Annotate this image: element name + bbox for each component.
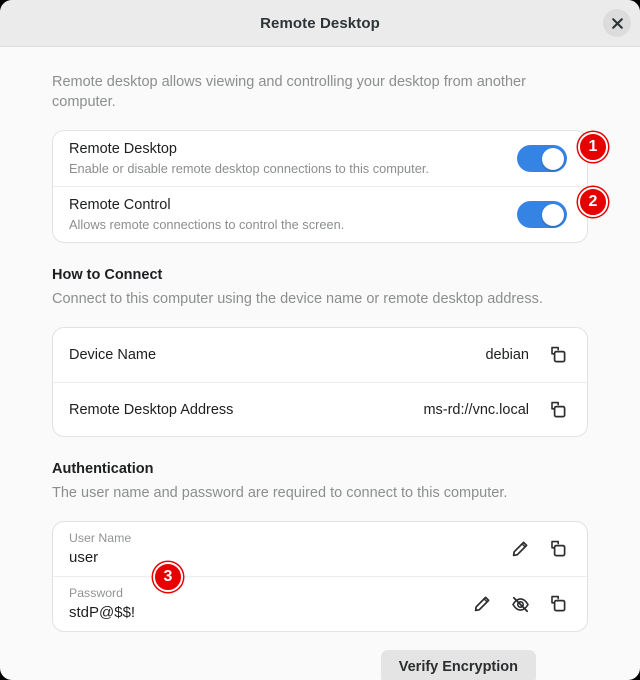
close-icon [611,17,624,30]
pencil-icon [511,540,529,558]
field-row-password: Password stdP@$$! [53,576,587,631]
password-texts: Password stdP@$$! [69,585,469,623]
copy-remote-address-button[interactable] [545,397,571,423]
remote-address-value: ms-rd://vnc.local [423,401,529,418]
device-name-label: Device Name [69,347,157,363]
edit-password-button[interactable] [469,591,495,617]
toggle-password-visibility-button[interactable] [507,591,533,617]
remote-address-label: Remote Desktop Address [69,401,234,418]
row-remote-control[interactable]: Remote Control Allows remote connections… [53,186,587,242]
username-caption: User Name [69,531,132,545]
row-device-name: Device Name debian [53,328,587,382]
device-name-value: debian [485,347,529,363]
row-remote-control-title: Remote Control [69,197,171,213]
copy-icon [549,401,567,419]
verify-encryption-button[interactable]: Verify Encryption [380,650,536,680]
close-button[interactable] [603,9,631,37]
password-caption: Password [69,586,123,600]
how-to-connect-heading: How to Connect [52,267,163,283]
connection-info-card: Device Name debian Remote Desktop Addres… [52,327,588,437]
toggle-remote-desktop[interactable] [517,145,567,172]
copy-username-button[interactable] [545,536,571,562]
pencil-icon [473,595,491,613]
settings-content: Remote desktop allows viewing and contro… [0,47,640,680]
copy-device-name-button[interactable] [545,342,571,368]
toggle-knob [542,147,564,170]
row-remote-desktop-texts: Remote Desktop Enable or disable remote … [69,131,517,186]
field-row-username: User Name user [53,522,587,576]
authentication-card: User Name user Password stdP@$$! [52,521,588,632]
username-value: user [69,549,99,566]
copy-icon [549,540,567,558]
footer: Verify Encryption [52,632,588,680]
authentication-heading: Authentication [52,461,154,477]
row-remote-control-subtitle: Allows remote connections to control the… [69,217,345,232]
authentication-subtitle: The user name and password are required … [52,485,508,501]
intro-text: Remote desktop allows viewing and contro… [52,74,526,110]
password-value: stdP@$$! [69,604,136,621]
row-remote-control-texts: Remote Control Allows remote connections… [69,187,517,242]
window-title: Remote Desktop [260,14,380,32]
row-remote-desktop[interactable]: Remote Desktop Enable or disable remote … [53,131,587,186]
row-remote-desktop-title: Remote Desktop [69,141,177,157]
username-texts: User Name user [69,530,507,568]
how-to-connect-subtitle: Connect to this computer using the devic… [52,291,543,307]
toggle-remote-control[interactable] [517,201,567,228]
titlebar: Remote Desktop [0,0,640,47]
remote-desktop-window: Remote Desktop Remote desktop allows vie… [0,0,640,680]
edit-username-button[interactable] [507,536,533,562]
row-remote-desktop-subtitle: Enable or disable remote desktop connect… [69,161,429,176]
eye-off-icon [511,595,530,614]
copy-password-button[interactable] [545,591,571,617]
toggle-knob [542,203,564,226]
copy-icon [549,595,567,613]
row-remote-desktop-address: Remote Desktop Address ms-rd://vnc.local [53,382,587,436]
remote-toggles-card: Remote Desktop Enable or disable remote … [52,130,588,243]
copy-icon [549,346,567,364]
